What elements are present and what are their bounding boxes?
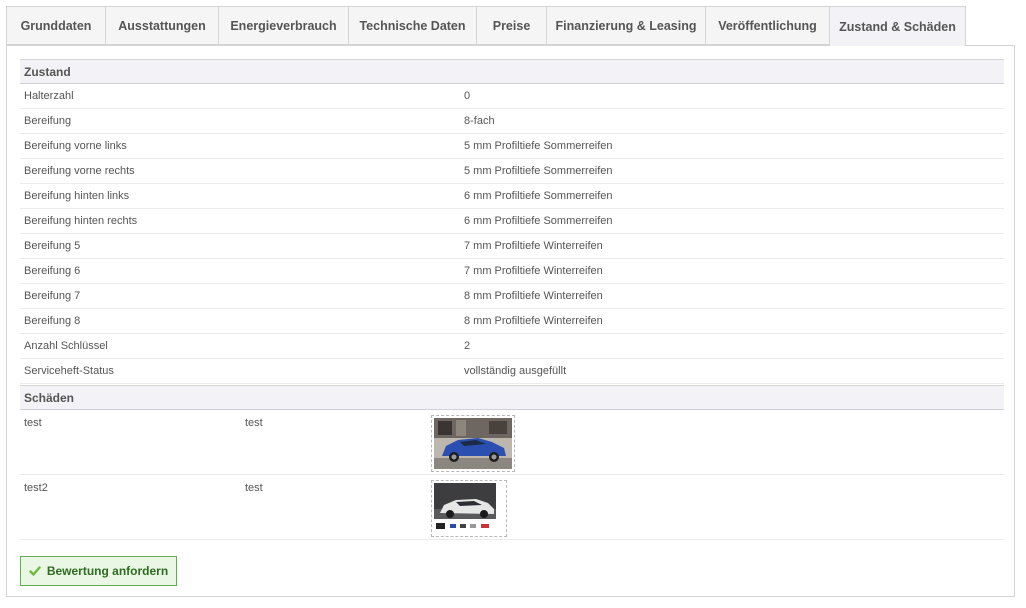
row-label: Serviceheft-Status bbox=[24, 365, 114, 377]
damage-row: test test bbox=[20, 410, 1004, 475]
row-label: Bereifung vorne links bbox=[24, 140, 127, 152]
tab-bar: Grunddaten Ausstattungen Energieverbrauc… bbox=[6, 6, 966, 46]
row-label: Bereifung vorne rechts bbox=[24, 165, 135, 177]
damage-description: test bbox=[245, 417, 263, 429]
row-value: 6 mm Profiltiefe Sommerreifen bbox=[464, 215, 613, 227]
row-value: vollständig ausgefüllt bbox=[464, 365, 567, 377]
request-valuation-label: Bewertung anfordern bbox=[46, 564, 169, 578]
row-label: Halterzahl bbox=[24, 90, 74, 102]
row-label: Anzahl Schlüssel bbox=[24, 340, 108, 352]
row-label: Bereifung hinten links bbox=[24, 190, 130, 202]
row-label: Bereifung 8 bbox=[24, 315, 81, 327]
row-label: Bereifung 6 bbox=[24, 265, 81, 277]
check-icon bbox=[29, 566, 41, 576]
table-row: Bereifung 5 7 mm Profiltiefe Winterreife… bbox=[20, 234, 1004, 259]
row-value: 6 mm Profiltiefe Sommerreifen bbox=[464, 190, 613, 202]
damage-row: test2 test bbox=[20, 475, 1004, 540]
table-row: Halterzahl 0 bbox=[20, 84, 1004, 109]
table-row: Anzahl Schlüssel 2 bbox=[20, 334, 1004, 359]
row-value: 2 bbox=[464, 340, 471, 352]
white-sedan-photo bbox=[434, 483, 504, 534]
table-row: Bereifung vorne links 5 mm Profiltiefe S… bbox=[20, 134, 1004, 159]
row-value: 7 mm Profiltiefe Winterreifen bbox=[464, 265, 603, 277]
section-header-zustand: Zustand bbox=[20, 59, 1004, 84]
request-valuation-button[interactable]: Bewertung anfordern bbox=[20, 556, 177, 586]
tab-ausstattungen[interactable]: Ausstattungen bbox=[105, 6, 218, 45]
row-value: 8 mm Profiltiefe Winterreifen bbox=[464, 290, 603, 302]
table-row: Bereifung 6 7 mm Profiltiefe Winterreife… bbox=[20, 259, 1004, 284]
tab-preise[interactable]: Preise bbox=[476, 6, 546, 45]
blue-hatchback-photo bbox=[434, 418, 512, 469]
damage-photo-thumbnail[interactable] bbox=[431, 480, 507, 537]
row-value: 8 mm Profiltiefe Winterreifen bbox=[464, 315, 603, 327]
table-row: Bereifung 7 8 mm Profiltiefe Winterreife… bbox=[20, 284, 1004, 309]
row-value: 5 mm Profiltiefe Sommerreifen bbox=[464, 140, 613, 152]
table-row: Bereifung vorne rechts 5 mm Profiltiefe … bbox=[20, 159, 1004, 184]
tab-technische-daten[interactable]: Technische Daten bbox=[348, 6, 476, 45]
tab-energieverbrauch[interactable]: Energieverbrauch bbox=[218, 6, 348, 45]
table-row: Serviceheft-Status vollständig ausgefüll… bbox=[20, 359, 1004, 384]
tab-panel: Zustand Halterzahl 0 Bereifung 8-fach Be… bbox=[6, 45, 1015, 597]
damage-label: test bbox=[24, 417, 42, 429]
row-label: Bereifung bbox=[24, 115, 72, 127]
row-label: Bereifung 5 bbox=[24, 240, 81, 252]
tab-zustand-schaeden[interactable]: Zustand & Schäden bbox=[829, 6, 966, 46]
damage-description: test bbox=[245, 482, 263, 494]
row-label: Bereifung 7 bbox=[24, 290, 81, 302]
row-label: Bereifung hinten rechts bbox=[24, 215, 138, 227]
table-row: Bereifung hinten links 6 mm Profiltiefe … bbox=[20, 184, 1004, 209]
section-header-schaeden: Schäden bbox=[20, 385, 1004, 410]
row-value: 8-fach bbox=[464, 115, 495, 127]
damage-label: test2 bbox=[24, 482, 48, 494]
table-row: Bereifung hinten rechts 6 mm Profiltiefe… bbox=[20, 209, 1004, 234]
row-value: 0 bbox=[464, 90, 471, 102]
table-row: Bereifung 8 8 mm Profiltiefe Winterreife… bbox=[20, 309, 1004, 334]
tab-grunddaten[interactable]: Grunddaten bbox=[6, 6, 105, 45]
tab-veroeffentlichung[interactable]: Veröffentlichung bbox=[705, 6, 829, 45]
row-value: 5 mm Profiltiefe Sommerreifen bbox=[464, 165, 613, 177]
row-value: 7 mm Profiltiefe Winterreifen bbox=[464, 240, 603, 252]
tab-finanzierung-leasing[interactable]: Finanzierung & Leasing bbox=[546, 6, 705, 45]
table-row: Bereifung 8-fach bbox=[20, 109, 1004, 134]
damage-photo-thumbnail[interactable] bbox=[431, 415, 515, 472]
